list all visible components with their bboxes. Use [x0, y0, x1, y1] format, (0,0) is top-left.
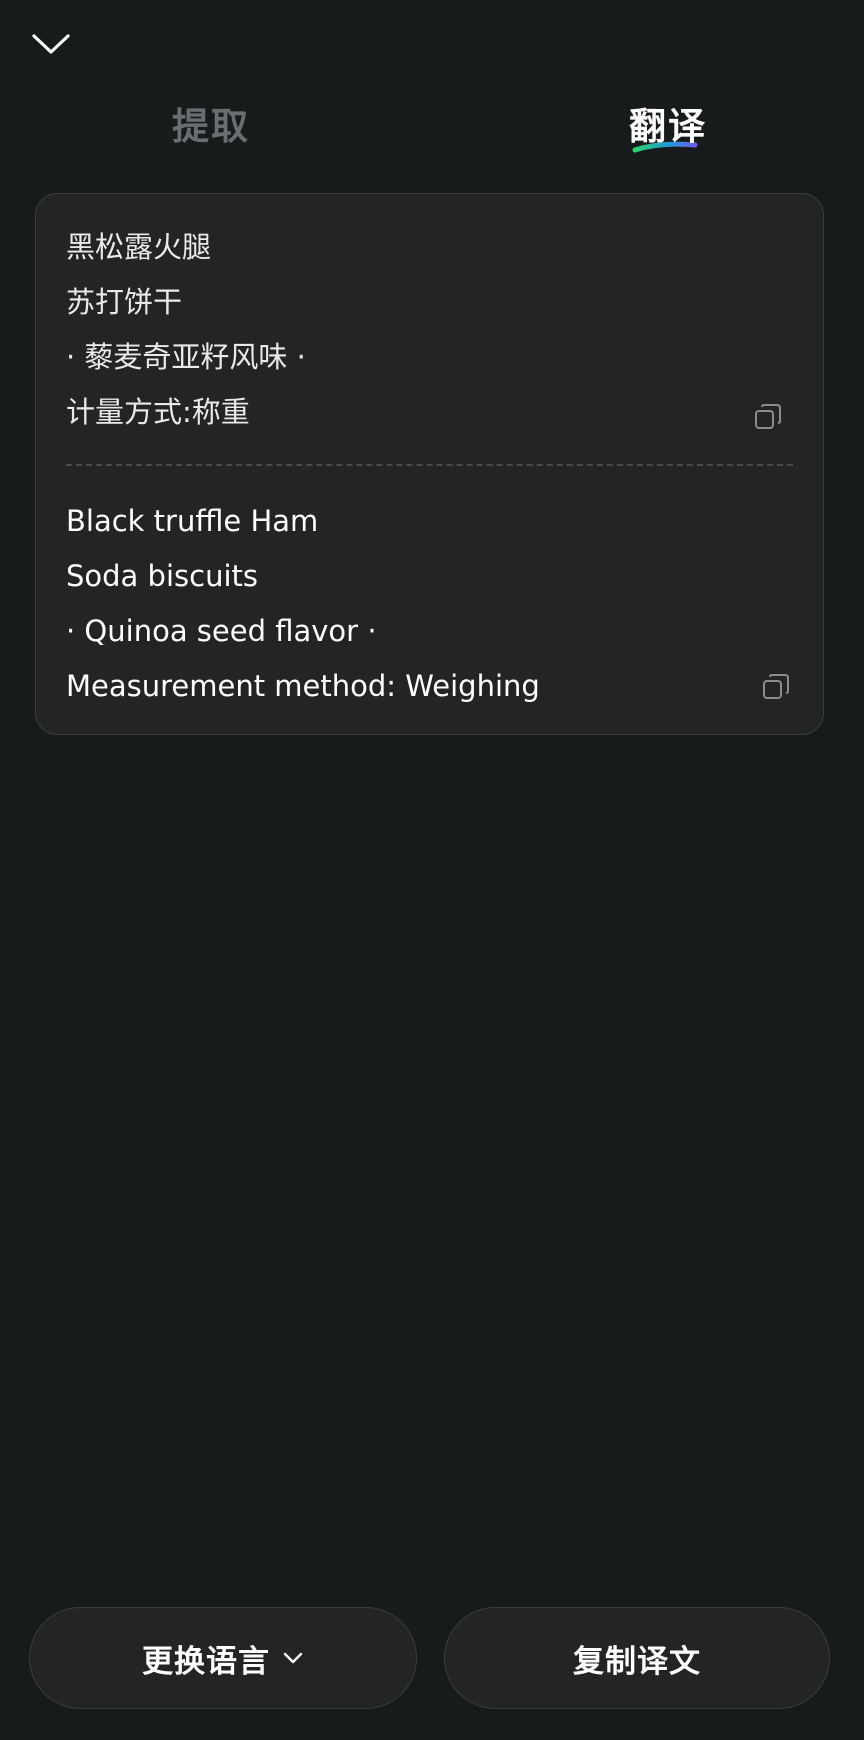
tab-translate[interactable]: 翻译	[629, 96, 707, 153]
translate-screen: 提取 翻译 黑松露火腿 苏打饼干 · 藜麦奇亚籽风味 · 计量方式:称重 Bla…	[0, 0, 864, 1740]
translation-result-card: 黑松露火腿 苏打饼干 · 藜麦奇亚籽风味 · 计量方式:称重 Black tru…	[35, 193, 824, 735]
source-line: · 藜麦奇亚籽风味 ·	[66, 340, 306, 374]
change-language-button[interactable]: 更换语言	[29, 1607, 417, 1709]
tab-extract-label: 提取	[172, 105, 250, 148]
tab-bar: 提取 翻译	[0, 96, 864, 166]
collapse-button[interactable]	[24, 22, 78, 66]
source-line: 苏打饼干	[66, 285, 183, 319]
source-line: 计量方式:称重	[66, 395, 250, 429]
translated-line: · Quinoa seed flavor ·	[66, 614, 377, 648]
chevron-down-icon	[32, 34, 70, 54]
copy-translation-button[interactable]: 复制译文	[444, 1607, 830, 1709]
section-divider	[66, 464, 793, 466]
translated-line: Measurement method: Weighing	[66, 669, 540, 703]
change-language-label: 更换语言	[142, 1643, 270, 1680]
copy-icon	[755, 404, 781, 429]
chevron-down-icon	[282, 1651, 304, 1665]
source-line: 黑松露火腿	[66, 230, 212, 264]
copy-translation-label: 复制译文	[573, 1643, 701, 1680]
tab-translate-label: 翻译	[629, 105, 707, 148]
translated-text[interactable]: Black truffle Ham Soda biscuits · Quinoa…	[66, 494, 793, 714]
copy-source-button[interactable]	[751, 400, 785, 434]
translated-line: Black truffle Ham	[66, 504, 319, 538]
translated-line: Soda biscuits	[66, 559, 258, 593]
tab-extract[interactable]: 提取	[172, 96, 250, 150]
copy-translation-icon-button[interactable]	[759, 670, 793, 704]
source-text[interactable]: 黑松露火腿 苏打饼干 · 藜麦奇亚籽风味 · 计量方式:称重	[66, 220, 793, 440]
copy-icon	[763, 674, 789, 699]
